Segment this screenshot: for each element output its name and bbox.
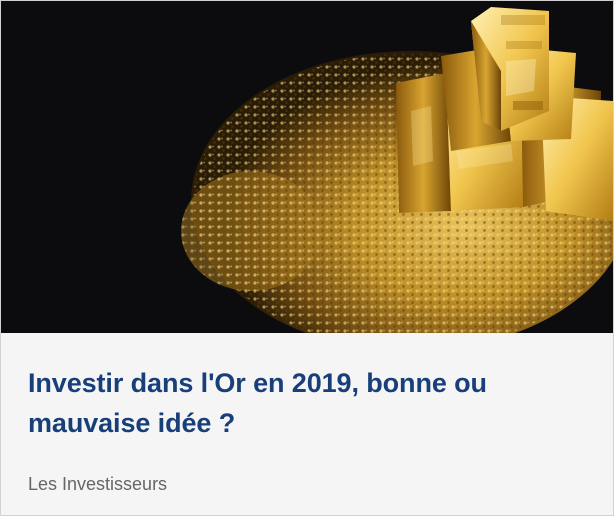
article-text: Investir dans l'Or en 2019, bonne ou mau… [1,333,613,515]
article-image[interactable] [1,1,613,333]
article-card[interactable]: Investir dans l'Or en 2019, bonne ou mau… [0,0,614,516]
article-source: Les Investisseurs [28,474,168,494]
article-title[interactable]: Investir dans l'Or en 2019, bonne ou mau… [28,363,588,443]
gold-bars-on-nuggets-photo [1,1,613,333]
